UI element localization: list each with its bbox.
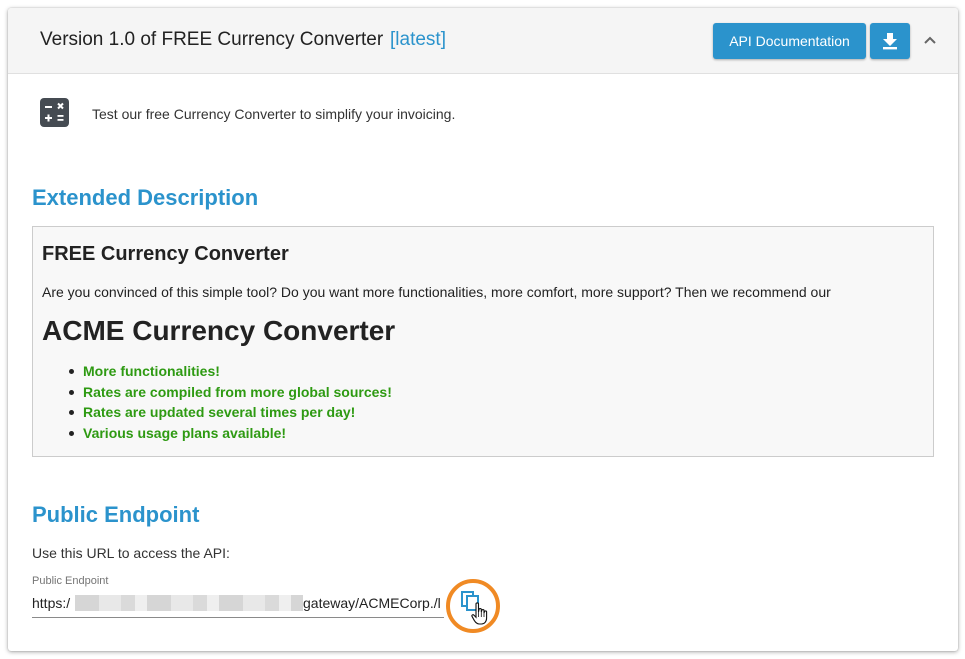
endpoint-description: Use this URL to access the API: — [32, 545, 230, 561]
api-documentation-button[interactable]: API Documentation — [713, 23, 866, 59]
summary-text: Test our free Currency Converter to simp… — [92, 106, 456, 122]
product-heading: ACME Currency Converter — [42, 315, 396, 346]
box-paragraph: Are you convinced of this simple tool? D… — [42, 284, 831, 300]
endpoint-url-field[interactable]: https:/ gateway/ACMECorp./l — [32, 592, 444, 618]
public-endpoint-title: Public Endpoint — [32, 502, 200, 527]
feature-item: Various usage plans available! — [69, 423, 392, 444]
chevron-up-icon — [924, 36, 936, 44]
endpoint-field-label: Public Endpoint — [32, 575, 109, 587]
card-header: Version 1.0 of FREE Currency Converter [… — [8, 8, 958, 74]
feature-item: Rates are compiled from more global sour… — [69, 382, 392, 403]
copy-url-button[interactable] — [446, 579, 500, 633]
endpoint-url-suffix: gateway/ACMECorp./l — [303, 595, 441, 611]
redacted-host — [75, 595, 303, 611]
version-tag-link[interactable]: [latest] — [390, 29, 446, 51]
calculator-icon — [40, 98, 69, 127]
api-card: Version 1.0 of FREE Currency Converter [… — [8, 8, 958, 651]
feature-item: More functionalities! — [69, 361, 392, 382]
endpoint-url-prefix: https:/ — [32, 595, 71, 611]
extended-description-box: FREE Currency Converter Are you convince… — [32, 226, 934, 457]
collapse-button[interactable] — [918, 28, 942, 52]
feature-list: More functionalities! Rates are compiled… — [69, 361, 392, 444]
download-button[interactable] — [870, 23, 910, 59]
box-heading: FREE Currency Converter — [42, 243, 289, 265]
download-icon — [883, 33, 897, 50]
hand-cursor-icon — [471, 602, 488, 625]
feature-item: Rates are updated several times per day! — [69, 402, 392, 423]
extended-description-title: Extended Description — [32, 185, 259, 210]
api-title: Version 1.0 of FREE Currency Converter — [40, 29, 384, 50]
